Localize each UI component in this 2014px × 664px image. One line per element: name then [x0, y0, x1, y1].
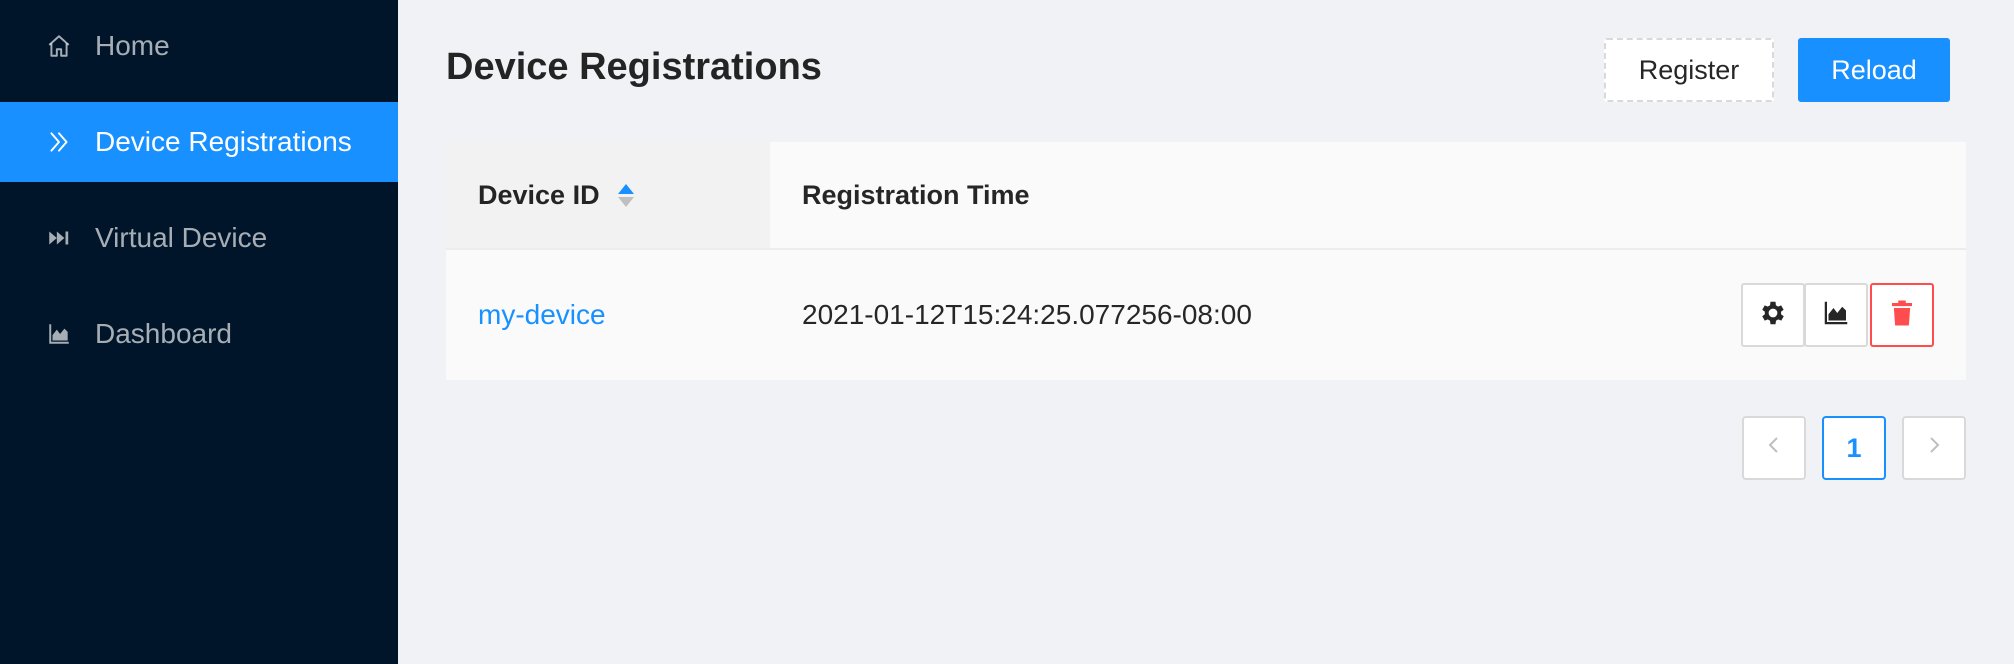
- reload-button[interactable]: Reload: [1798, 38, 1950, 102]
- pagination: 1: [1742, 416, 1966, 480]
- sidebar: Home Device Registrations Virtual Device…: [0, 0, 398, 664]
- settings-button[interactable]: [1741, 283, 1805, 347]
- sidebar-item-label: Dashboard: [95, 318, 232, 349]
- row-actions: [1741, 283, 1934, 347]
- sort-icon[interactable]: [617, 183, 634, 207]
- sidebar-item-dashboard[interactable]: Dashboard: [0, 294, 398, 374]
- page-button-current[interactable]: 1: [1822, 416, 1886, 480]
- next-page-button[interactable]: [1902, 416, 1966, 480]
- page-title: Device Registrations: [446, 46, 822, 88]
- device-id-link[interactable]: my-device: [446, 299, 770, 331]
- sidebar-item-label: Device Registrations: [95, 126, 352, 157]
- register-button[interactable]: Register: [1604, 38, 1774, 102]
- main-content: Device Registrations Register Reload Dev…: [398, 0, 2014, 664]
- chevron-left-icon: [1762, 433, 1786, 464]
- sidebar-item-label: Home: [95, 30, 170, 61]
- table-row: my-device 2021-01-12T15:24:25.077256-08:…: [446, 250, 1966, 380]
- double-chevron-right-icon: [45, 128, 73, 156]
- delete-button[interactable]: [1870, 283, 1934, 347]
- sidebar-item-device-registrations[interactable]: Device Registrations: [0, 102, 398, 182]
- device-table: Device ID Registration Time my-device 20…: [446, 142, 1966, 380]
- sidebar-item-label: Virtual Device: [95, 222, 268, 253]
- settings-icon: [1758, 298, 1788, 333]
- sidebar-item-home[interactable]: Home: [0, 6, 398, 86]
- table-header: Device ID Registration Time: [446, 142, 1966, 250]
- delete-icon: [1887, 298, 1917, 333]
- prev-page-button[interactable]: [1742, 416, 1806, 480]
- sidebar-item-virtual-device[interactable]: Virtual Device: [0, 198, 398, 278]
- fast-forward-icon: [45, 224, 73, 252]
- column-header-label: Device ID: [478, 179, 600, 210]
- column-header-registration-time: Registration Time: [770, 142, 1966, 248]
- registration-time-cell: 2021-01-12T15:24:25.077256-08:00: [802, 299, 1252, 330]
- area-chart-icon: [45, 320, 73, 348]
- chart-button[interactable]: [1804, 283, 1868, 347]
- column-header-device-id[interactable]: Device ID: [446, 142, 770, 248]
- chevron-right-icon: [1922, 433, 1946, 464]
- column-header-label: Registration Time: [802, 179, 1030, 210]
- home-icon: [45, 32, 73, 60]
- area-chart-icon: [1821, 298, 1851, 333]
